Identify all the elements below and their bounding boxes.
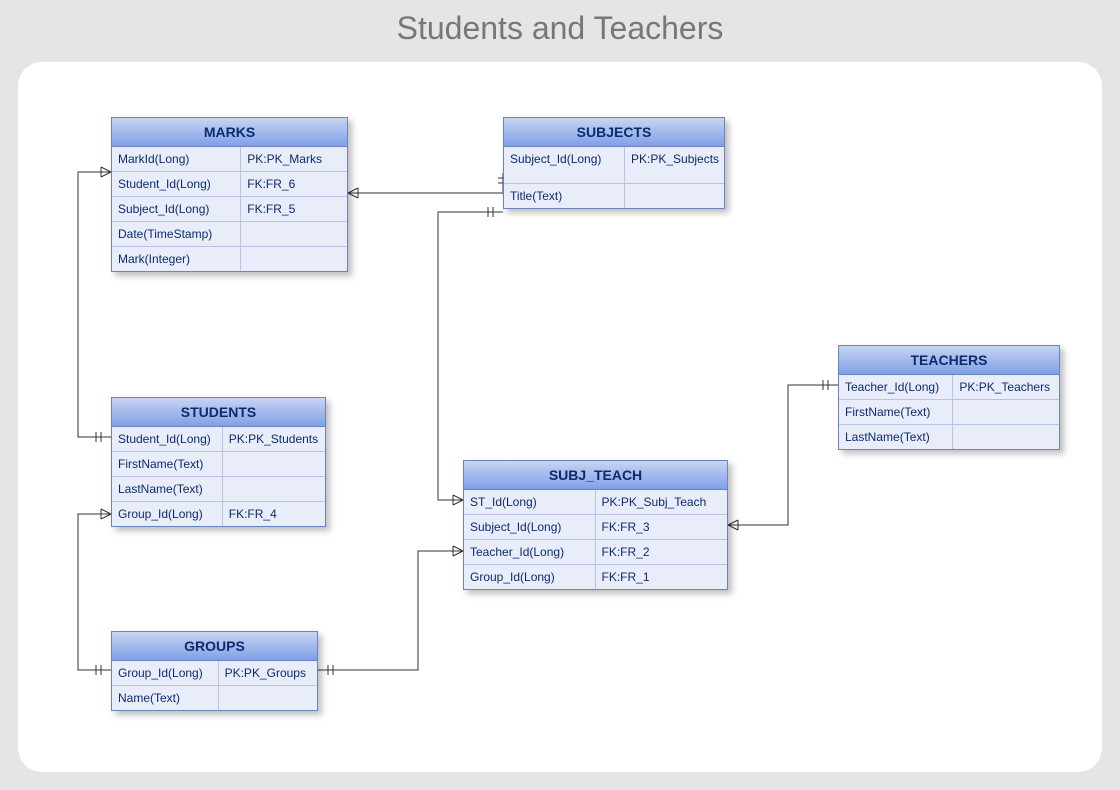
table-row: Name(Text) [112, 685, 317, 710]
entity-subj-teach-header: SUBJ_TEACH [463, 460, 728, 490]
table-row: Student_Id(Long)FK:FR_6 [112, 171, 347, 196]
table-row: Group_Id(Long)FK:FR_4 [112, 501, 325, 526]
connector-marks-students [78, 167, 111, 442]
entity-students-header: STUDENTS [111, 397, 326, 427]
table-row: LastName(Text) [839, 424, 1059, 449]
connector-students-groups [78, 509, 111, 675]
entity-marks-header: MARKS [111, 117, 348, 147]
diagram-canvas: MARKS MarkId(Long)PK:PK_Marks Student_Id… [18, 62, 1102, 772]
entity-teachers: TEACHERS Teacher_Id(Long)PK:PK_Teachers … [838, 345, 1060, 450]
entity-subjects-header: SUBJECTS [503, 117, 725, 147]
table-row: FirstName(Text) [112, 451, 325, 476]
entity-students: STUDENTS Student_Id(Long)PK:PK_Students … [111, 397, 326, 527]
table-row: LastName(Text) [112, 476, 325, 501]
table-row: Teacher_Id(Long)FK:FR_2 [464, 539, 727, 564]
entity-groups-header: GROUPS [111, 631, 318, 661]
connector-subjteach-teachers [728, 380, 838, 530]
entity-groups: GROUPS Group_Id(Long)PK:PK_Groups Name(T… [111, 631, 318, 711]
diagram-title: Students and Teachers [0, 10, 1120, 47]
table-row: MarkId(Long)PK:PK_Marks [112, 147, 347, 171]
table-row: Group_Id(Long)FK:FR_1 [464, 564, 727, 589]
entity-marks: MARKS MarkId(Long)PK:PK_Marks Student_Id… [111, 117, 348, 272]
table-row: Student_Id(Long)PK:PK_Students [112, 427, 325, 451]
table-row: Subject_Id(Long)PK:PK_Subjects [504, 147, 724, 183]
table-row: FirstName(Text) [839, 399, 1059, 424]
table-row: Mark(Integer) [112, 246, 347, 271]
table-row: Teacher_Id(Long)PK:PK_Teachers [839, 375, 1059, 399]
table-row: Date(TimeStamp) [112, 221, 347, 246]
connector-marks-subjects [348, 173, 508, 198]
table-row: Subject_Id(Long)FK:FR_3 [464, 514, 727, 539]
table-row: Group_Id(Long)PK:PK_Groups [112, 661, 317, 685]
table-row: ST_Id(Long)PK:PK_Subj_Teach [464, 490, 727, 514]
connector-groups-subjteach [318, 546, 463, 675]
entity-subj-teach: SUBJ_TEACH ST_Id(Long)PK:PK_Subj_Teach S… [463, 460, 728, 590]
entity-subjects: SUBJECTS Subject_Id(Long)PK:PK_Subjects … [503, 117, 725, 209]
table-row: Subject_Id(Long)FK:FR_5 [112, 196, 347, 221]
entity-teachers-header: TEACHERS [838, 345, 1060, 375]
table-row: Title(Text) [504, 183, 724, 208]
